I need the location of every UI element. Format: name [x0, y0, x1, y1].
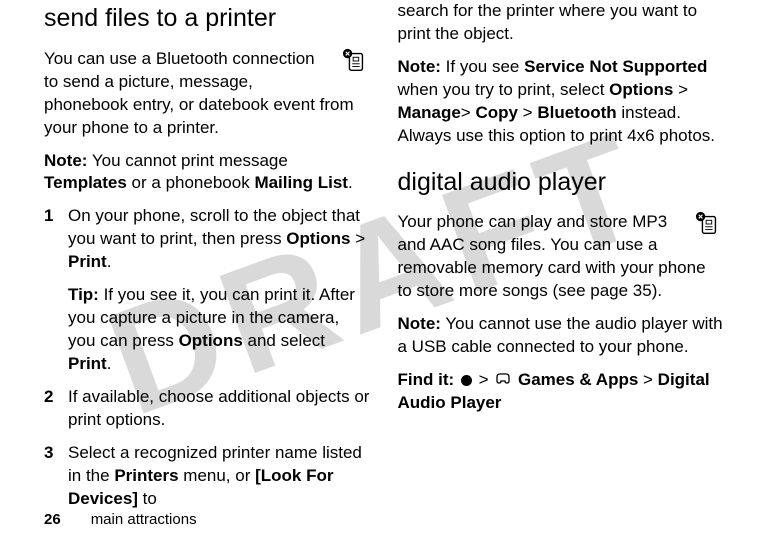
- find-it-label: Find it:: [398, 370, 455, 389]
- options-label: Options: [179, 331, 243, 350]
- note-paragraph: Note: You cannot print message Templates…: [44, 150, 370, 196]
- sep: >: [638, 370, 657, 389]
- step1-line1: On your phone, scroll to the object that…: [68, 205, 370, 274]
- service-not-supported: Service Not Supported: [524, 57, 707, 76]
- step1-tip: Tip: If you see it, you can print it. Af…: [68, 284, 370, 376]
- right-column: search for the printer where you want to…: [398, 0, 724, 470]
- t: .: [107, 354, 112, 373]
- step-2: 2 If available, choose additional object…: [44, 386, 370, 432]
- step-body: If available, choose additional objects …: [68, 386, 370, 432]
- print-label: Print: [68, 354, 107, 373]
- note-mailing-list: Mailing List: [254, 173, 348, 192]
- find-it-line: Find it: > Games & Apps > Digital Audio …: [398, 369, 724, 415]
- note-part3: .: [348, 173, 353, 192]
- note-part1: You cannot print message: [87, 151, 287, 170]
- t: to: [138, 489, 157, 508]
- options-label: Options: [609, 80, 673, 99]
- step-3: 3 Select a recognized printer name liste…: [44, 442, 370, 511]
- note-label: Note:: [44, 151, 87, 170]
- note-templates: Templates: [44, 173, 127, 192]
- heading-send-files: send files to a printer: [44, 2, 370, 36]
- step3-text: Select a recognized printer name listed …: [68, 442, 370, 511]
- bluetooth-feature-icon: [340, 48, 370, 81]
- options-label: Options: [286, 229, 350, 248]
- note-label: Note:: [398, 314, 441, 333]
- center-key-icon: [461, 375, 472, 386]
- printers-label: Printers: [114, 466, 178, 485]
- step-body: Select a recognized printer name listed …: [68, 442, 370, 511]
- content-columns: send files to a printer You can use a Bl…: [44, 0, 723, 470]
- t: when you try to print, select: [398, 80, 610, 99]
- step-body: On your phone, scroll to the object that…: [68, 205, 370, 376]
- page-number: 26: [44, 511, 61, 528]
- section-name: main attractions: [91, 511, 197, 528]
- page-footer: 26 main attractions: [44, 511, 197, 528]
- note-part2: or a phonebook: [127, 173, 255, 192]
- t: .: [107, 252, 112, 271]
- step-1: 1 On your phone, scroll to the object th…: [44, 205, 370, 376]
- manage-label: Manage: [398, 103, 461, 122]
- games-apps-icon: [495, 369, 511, 392]
- memory-card-feature-icon: [693, 211, 723, 244]
- t: Your phone can play and store MP3 and AA…: [398, 212, 706, 300]
- sep: >: [518, 103, 537, 122]
- step-number: 2: [44, 386, 68, 432]
- note-paragraph: Note: If you see Service Not Supported w…: [398, 56, 724, 148]
- step-number: 3: [44, 442, 68, 511]
- step-number: 1: [44, 205, 68, 376]
- note-label: Note:: [398, 57, 441, 76]
- sep: >: [474, 370, 493, 389]
- sep: >: [673, 80, 688, 99]
- t: If you see: [441, 57, 524, 76]
- tip-label: Tip:: [68, 285, 99, 304]
- print-label: Print: [68, 252, 107, 271]
- heading-digital-audio: digital audio player: [398, 166, 724, 200]
- audio-note: Note: You cannot use the audio player wi…: [398, 313, 724, 359]
- continuation-text: search for the printer where you want to…: [398, 0, 724, 46]
- bluetooth-label: Bluetooth: [537, 103, 616, 122]
- sep: >: [461, 103, 476, 122]
- step2-text: If available, choose additional objects …: [68, 386, 370, 432]
- games-apps-label: Games & Apps: [518, 370, 638, 389]
- t: menu, or: [179, 466, 256, 485]
- t: and select: [243, 331, 325, 350]
- left-column: send files to a printer You can use a Bl…: [44, 0, 370, 470]
- t: You cannot use the audio player with a U…: [398, 314, 723, 356]
- intro-text: You can use a Bluetooth connection to se…: [44, 49, 354, 137]
- audio-intro: Your phone can play and store MP3 and AA…: [398, 211, 724, 303]
- copy-label: Copy: [475, 103, 518, 122]
- sep: >: [351, 229, 366, 248]
- intro-paragraph: You can use a Bluetooth connection to se…: [44, 48, 370, 140]
